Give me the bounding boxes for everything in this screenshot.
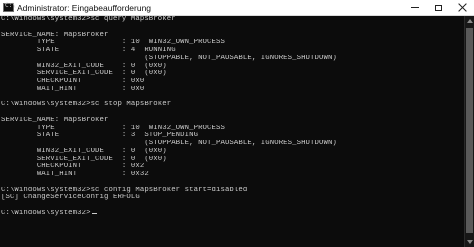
console-line: SERVICE_NAME: MapsBroker xyxy=(1,116,109,124)
console-line: (STOPPABLE, NOT_PAUSABLE, IGNORES_SHUTDO… xyxy=(1,140,337,147)
cmd-icon[interactable]: C:\ xyxy=(3,2,16,12)
console-line: WIN32_EXIT_CODE : 0 (0x0) xyxy=(1,62,167,70)
console-line: C:\Windows\system32>sc config MapsBroker… xyxy=(1,186,248,194)
console-line: C:\Windows\system32> xyxy=(1,210,464,218)
minimize-button[interactable] xyxy=(403,0,426,15)
minimize-icon xyxy=(410,7,419,8)
console-line: C:\Windows\system32>sc stop MapsBroker xyxy=(1,101,172,109)
console-line: (STOPPABLE, NOT_PAUSABLE, IGNORES_SHUTDO… xyxy=(1,54,337,62)
console-line: STATE : 3 STOP_PENDING xyxy=(1,132,199,140)
console-line: STATE : 4 RUNNING xyxy=(1,47,176,54)
console-line: TYPE : 10 WIN32_OWN_PROCESS xyxy=(1,124,225,132)
console-line: CHECKPOINT : 0x2 xyxy=(1,163,145,171)
console-line: [SC] ChangeServiceConfig ERFOLG xyxy=(1,194,140,202)
maximize-button[interactable] xyxy=(427,0,450,15)
window-title: Administrator: Eingabeaufforderung xyxy=(17,3,152,13)
console-line: WAIT_HINT : 0x32 xyxy=(1,171,149,178)
scrollbar-thumb[interactable] xyxy=(466,28,473,233)
console-line: SERVICE_EXIT_CODE : 0 (0x0) xyxy=(1,155,167,163)
text-cursor xyxy=(91,212,97,214)
console-line: SERVICE_NAME: MapsBroker xyxy=(1,31,109,39)
command-prompt-window: C:\ Administrator: Eingabeaufforderung C… xyxy=(0,0,474,247)
maximize-icon xyxy=(435,4,442,11)
close-button[interactable] xyxy=(451,0,474,15)
console-line: C:\Windows\system32>sc query MapsBroker xyxy=(1,16,176,23)
console-line: TYPE : 10 WIN32_OWN_PROCESS xyxy=(1,39,225,47)
console-line: SERVICE_EXIT_CODE : 0 (0x0) xyxy=(1,70,167,78)
title-bar[interactable]: C:\ Administrator: Eingabeaufforderung xyxy=(0,0,474,16)
scroll-down-arrow-icon[interactable] xyxy=(467,240,473,244)
close-icon xyxy=(458,3,467,12)
console-line: WIN32_EXIT_CODE : 0 (0x0) xyxy=(1,147,167,155)
scroll-up-arrow-icon[interactable] xyxy=(467,19,473,23)
console-output[interactable]: C:\Windows\system32>sc query MapsBroker S… xyxy=(0,16,464,247)
vertical-scrollbar[interactable] xyxy=(464,16,474,247)
console-line: CHECKPOINT : 0x0 xyxy=(1,78,145,85)
console-line: WAIT_HINT : 0x0 xyxy=(1,85,145,93)
